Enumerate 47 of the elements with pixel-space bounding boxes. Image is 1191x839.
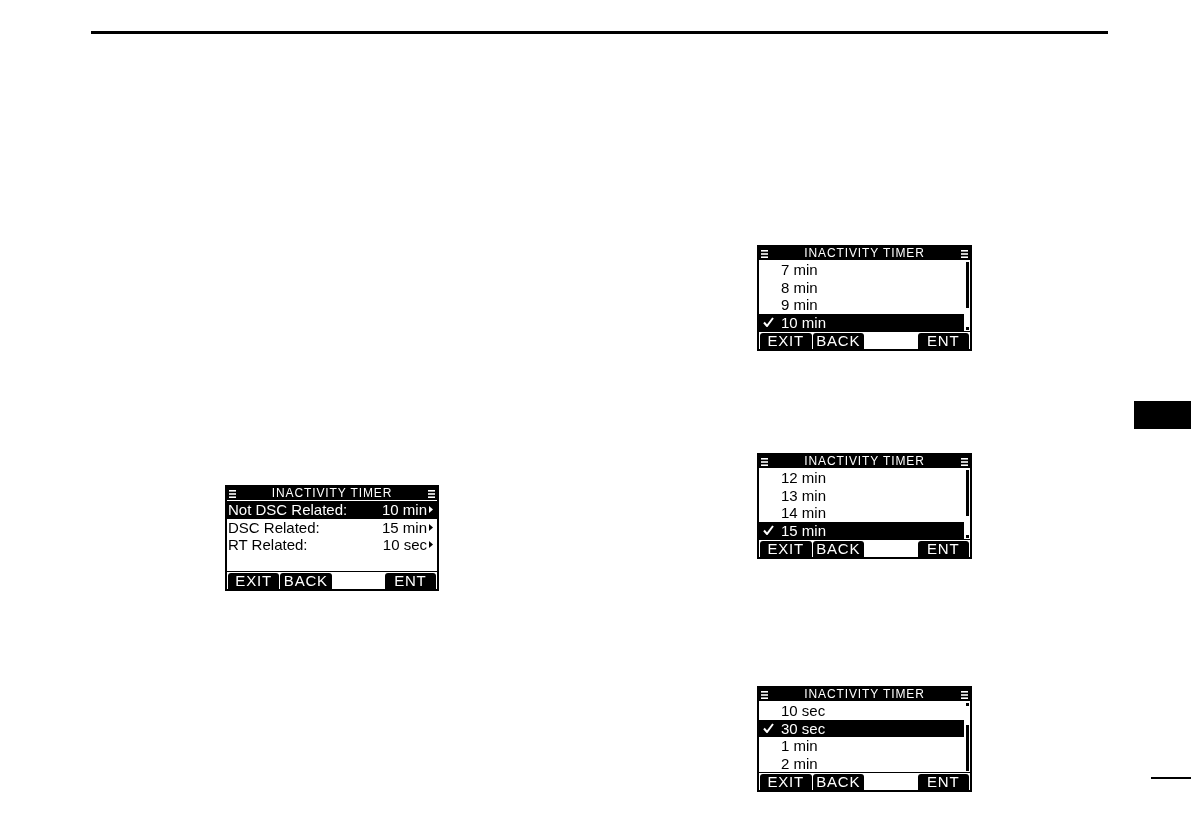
caret-right-icon — [429, 541, 433, 549]
option-label: 30 sec — [781, 719, 826, 737]
option-label: 8 min — [781, 278, 818, 296]
option-label: 13 min — [781, 486, 827, 504]
option-label: 10 sec — [781, 702, 826, 720]
softkey-button[interactable]: ENT — [917, 541, 969, 557]
menu-row[interactable]: Not DSC Related: 10 min — [227, 501, 437, 519]
menu-icon — [229, 489, 236, 498]
menu-icon — [961, 457, 968, 466]
setting-label: Not DSC Related: — [228, 501, 348, 519]
softkey-button[interactable]: EXIT — [228, 573, 280, 589]
menu-icon — [428, 489, 435, 498]
softkey-button[interactable]: BACK — [812, 774, 864, 790]
menu-icon — [761, 457, 768, 466]
screen-title: INACTIVITY TIMER — [804, 247, 925, 260]
menu-icon — [961, 249, 968, 258]
softkey-button[interactable]: EXIT — [760, 333, 812, 349]
option-label: 14 min — [781, 504, 827, 522]
menu-icon — [761, 249, 768, 258]
screen-title: INACTIVITY TIMER — [271, 487, 393, 500]
caret-right-icon — [429, 523, 433, 531]
softkey-button[interactable]: EXIT — [760, 541, 812, 557]
softkey-button[interactable]: ENT — [384, 573, 436, 589]
softkey-button[interactable]: ENT — [917, 333, 969, 349]
setting-label: RT Related: — [228, 536, 308, 554]
option-label: 7 min — [781, 261, 818, 279]
softkey-button[interactable]: EXIT — [760, 774, 812, 790]
softkey-button[interactable]: ENT — [917, 774, 969, 790]
menu-icon — [961, 690, 968, 699]
menu-icon — [761, 690, 768, 699]
option-label: 2 min — [781, 754, 818, 772]
option-label: 9 min — [781, 296, 818, 314]
setting-label: DSC Related: — [228, 518, 320, 536]
caret-right-icon — [429, 506, 433, 514]
screen-title: INACTIVITY TIMER — [804, 455, 925, 468]
setting-value: 10 min — [381, 501, 427, 519]
option-label: 10 min — [781, 313, 827, 331]
option-label: 1 min — [781, 737, 818, 755]
screen-title: INACTIVITY TIMER — [804, 688, 925, 701]
option-label: 15 min — [781, 521, 827, 539]
option-label: 12 min — [781, 469, 827, 487]
chapter-marker — [1134, 401, 1191, 429]
setting-value: 15 min — [381, 518, 427, 536]
softkey-button[interactable]: BACK — [280, 573, 332, 589]
softkey-button[interactable]: BACK — [812, 541, 864, 557]
softkey-button[interactable]: BACK — [812, 333, 864, 349]
setting-value: 10 sec — [382, 536, 427, 554]
